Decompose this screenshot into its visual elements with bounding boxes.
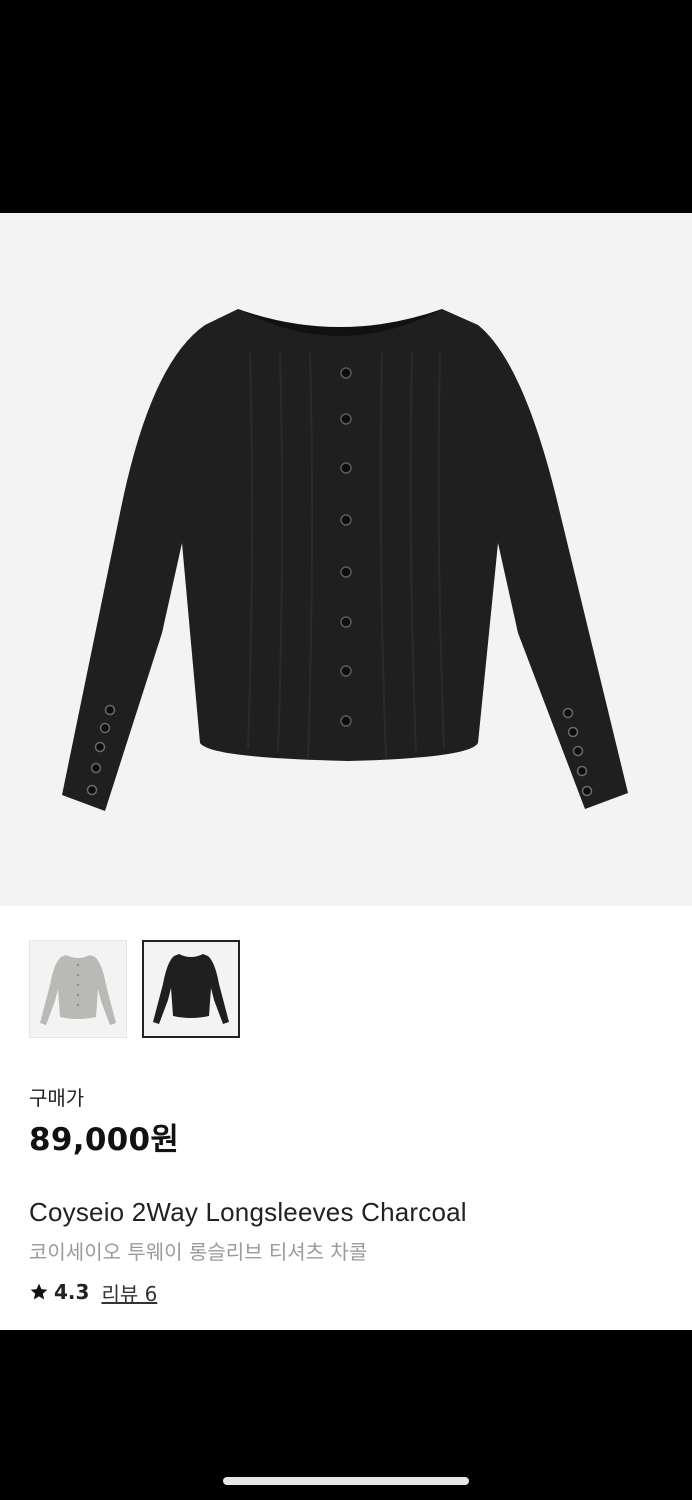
gray-longsleeve-thumbnail-icon xyxy=(40,955,116,1025)
top-black-area xyxy=(0,0,692,213)
product-info-section: 구매가 89,000원 Coyseio 2Way Longsleeves Cha… xyxy=(0,906,692,1330)
product-name-english: Coyseio 2Way Longsleeves Charcoal xyxy=(29,1197,467,1227)
price-label: 구매가 xyxy=(29,1086,85,1110)
review-count-link[interactable]: 리뷰 6 xyxy=(101,1278,157,1307)
product-image[interactable] xyxy=(0,213,692,906)
home-indicator[interactable] xyxy=(223,1477,469,1485)
charcoal-longsleeve-thumbnail-icon xyxy=(153,954,229,1024)
star-icon xyxy=(30,1283,48,1300)
thumbnail-gray[interactable] xyxy=(29,940,127,1038)
price-value: 89,000원 xyxy=(29,1122,180,1158)
shirt-body xyxy=(62,309,628,811)
cardigan-illustration xyxy=(62,309,628,811)
rating-value: 4.3 xyxy=(54,1280,90,1304)
product-name-korean: 코이세이오 투웨이 롱슬리브 티셔츠 차콜 xyxy=(29,1240,368,1264)
thumbnail-charcoal[interactable] xyxy=(142,940,240,1038)
rating-row: 4.3 리뷰 6 xyxy=(29,1278,157,1306)
